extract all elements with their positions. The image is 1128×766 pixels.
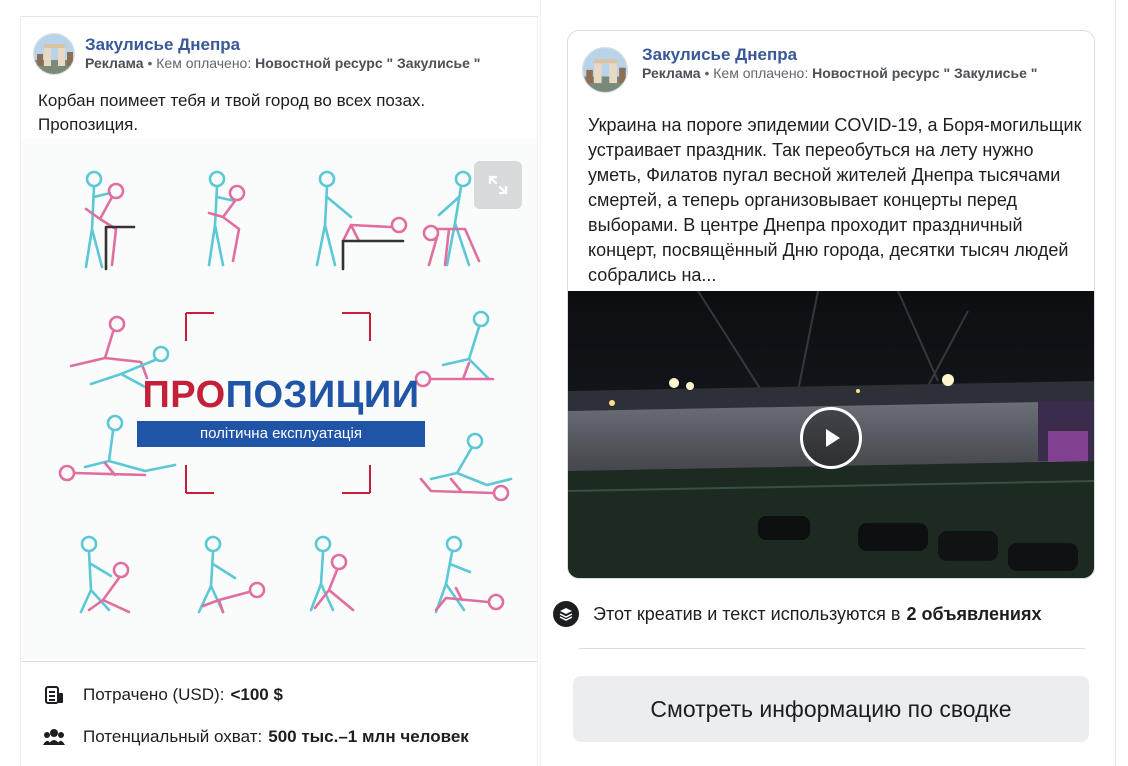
creative-brand: ПРОПОЗИЦИИ політична експлуатація: [135, 375, 427, 447]
usage-count: 2 объявлениях: [906, 603, 1042, 624]
ad-creative-image[interactable]: ПРОПОЗИЦИИ політична експлуатація: [21, 139, 537, 659]
page-name-link[interactable]: Закулисье Днепра: [85, 35, 480, 55]
creative-title: ПРОПОЗИЦИИ: [135, 375, 427, 415]
usage-text: Этот креатив и текст используются в: [593, 603, 901, 624]
reach-value: 500 тыс.–1 млн человек: [268, 727, 469, 746]
reach-label: Потенциальный охват:: [83, 727, 263, 746]
summary-divider: [579, 648, 1085, 649]
left-ad-header: Закулисье Днепра Реклама • Кем оплачено:…: [33, 33, 533, 75]
ad-body-text: Корбан поимеет тебя и твой город во всех…: [38, 91, 426, 134]
spent-label: Потрачено (USD):: [83, 685, 225, 704]
view-summary-button[interactable]: Смотреть информацию по сводке: [573, 676, 1089, 742]
play-button[interactable]: [800, 407, 862, 469]
page-avatar[interactable]: [33, 33, 75, 75]
sponsor-line: Реклама • Кем оплачено: Новостной ресурс…: [642, 65, 1062, 82]
right-ad-card: Закулисье Днепра Реклама • Кем оплачено:…: [567, 30, 1095, 579]
page-name-link[interactable]: Закулисье Днепра: [642, 45, 1062, 65]
reach-stat: Потенциальный охват: 500 тыс.–1 млн чело…: [43, 727, 469, 747]
spent-stat: Потрачено (USD): <100 $: [43, 685, 283, 705]
right-ad-column: Закулисье Днепра Реклама • Кем оплачено:…: [540, 0, 1116, 766]
left-ad-card: Закулисье Днепра Реклама • Кем оплачено:…: [20, 16, 538, 766]
expand-button[interactable]: [474, 161, 522, 209]
paid-by-label: • Кем оплачено:: [700, 65, 813, 81]
ad-body-text: Украина на пороге эпидемии COVID-19, а Б…: [588, 115, 1082, 285]
creative-title-blue: ПОЗИЦИИ: [225, 374, 420, 416]
play-icon: [826, 429, 840, 447]
creative-subtitle: політична експлуатація: [137, 421, 425, 447]
expand-icon: [488, 175, 508, 195]
creative-title-red: ПРО: [142, 374, 226, 416]
spent-value: <100 $: [230, 685, 283, 704]
coins-icon: [43, 685, 65, 705]
stats-divider: [21, 661, 537, 662]
paid-by-name: Новостной ресурс " Закулисье ": [255, 55, 481, 71]
people-icon: [43, 727, 65, 747]
paid-by-label: • Кем оплачено:: [143, 55, 256, 71]
sponsor-line: Реклама • Кем оплачено: Новостной ресурс…: [85, 55, 480, 72]
sponsored-label: Реклама: [642, 65, 701, 81]
creative-usage-note: Этот креатив и текст используются в 2 об…: [553, 601, 1041, 627]
right-ad-header: Закулисье Днепра Реклама • Кем оплачено:…: [582, 45, 1082, 93]
sponsored-label: Реклама: [85, 55, 144, 71]
layers-icon: [553, 601, 579, 627]
page-avatar[interactable]: [582, 47, 628, 93]
paid-by-name: Новостной ресурс " Закулисье ": [812, 65, 1038, 81]
ad-video[interactable]: [568, 291, 1094, 578]
